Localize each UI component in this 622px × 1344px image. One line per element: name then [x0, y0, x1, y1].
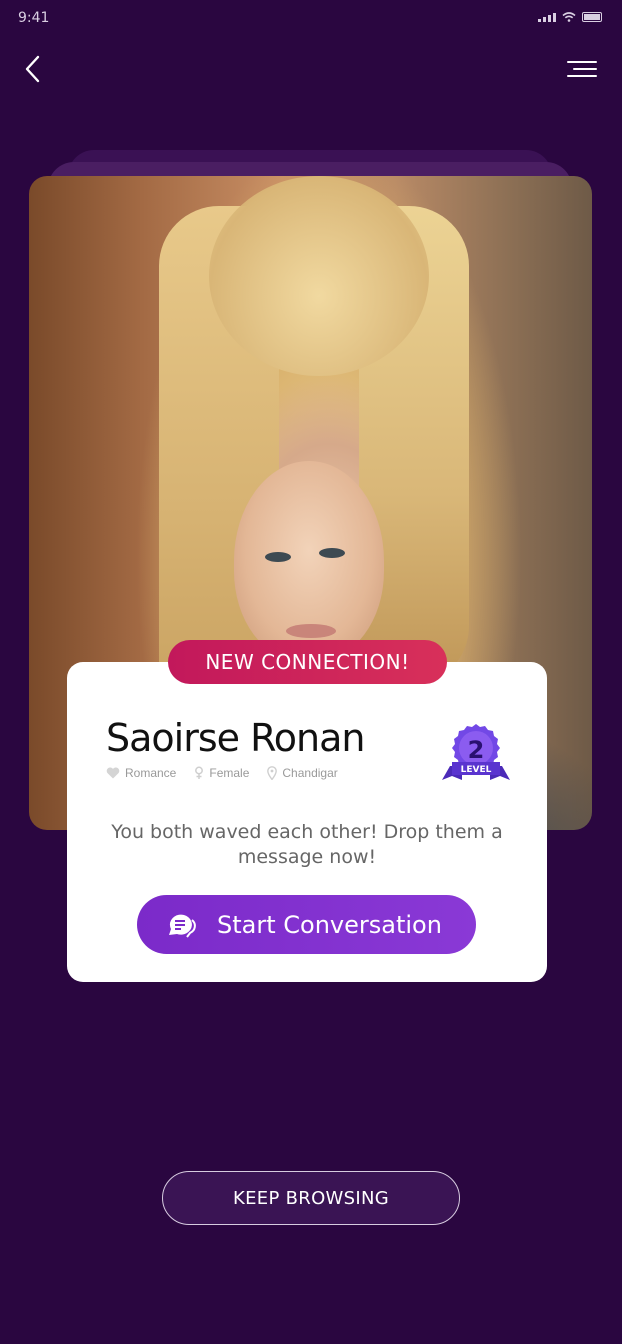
keep-browsing-button[interactable]: KEEP BROWSING: [162, 1171, 460, 1225]
location-pin-icon: [267, 766, 278, 780]
meta-location-label: Chandigar: [282, 766, 338, 780]
meta-location: Chandigar: [267, 766, 338, 780]
female-icon: [195, 766, 204, 779]
status-bar: 9:41: [0, 0, 622, 36]
photo-hair: [209, 176, 429, 376]
level-number: 2: [468, 736, 485, 764]
meta-interest: Romance: [106, 766, 176, 780]
new-connection-badge: NEW CONNECTION!: [168, 640, 447, 684]
signal-icon: [538, 12, 556, 22]
chevron-left-icon: [25, 55, 40, 83]
photo-lips: [286, 624, 336, 638]
heart-icon: [106, 767, 120, 779]
level-badge: 2 LEVEL: [440, 722, 512, 784]
profile-name: Saoirse Ronan: [106, 716, 365, 760]
menu-icon: [567, 61, 597, 77]
level-badge-icon: 2 LEVEL: [442, 724, 510, 780]
connection-message: You both waved each other! Drop them a m…: [111, 821, 503, 868]
chat-bubble-icon: [169, 914, 196, 938]
profile-meta: Romance Female Chandigar: [106, 766, 338, 780]
back-button[interactable]: [22, 54, 46, 84]
start-conversation-label: Start Conversation: [217, 910, 442, 939]
menu-button[interactable]: [566, 58, 598, 80]
wifi-icon: [562, 12, 576, 22]
status-time: 9:41: [18, 10, 50, 26]
photo-eye: [319, 548, 345, 558]
keep-browsing-label: KEEP BROWSING: [233, 1187, 389, 1209]
meta-gender-label: Female: [209, 766, 250, 780]
meta-gender: Female: [194, 766, 249, 780]
status-icons: [538, 12, 602, 22]
battery-icon: [582, 12, 602, 22]
photo-eye: [265, 552, 291, 562]
start-conversation-button[interactable]: Start Conversation: [137, 895, 476, 954]
level-label: LEVEL: [461, 765, 492, 775]
meta-interest-label: Romance: [125, 766, 177, 780]
